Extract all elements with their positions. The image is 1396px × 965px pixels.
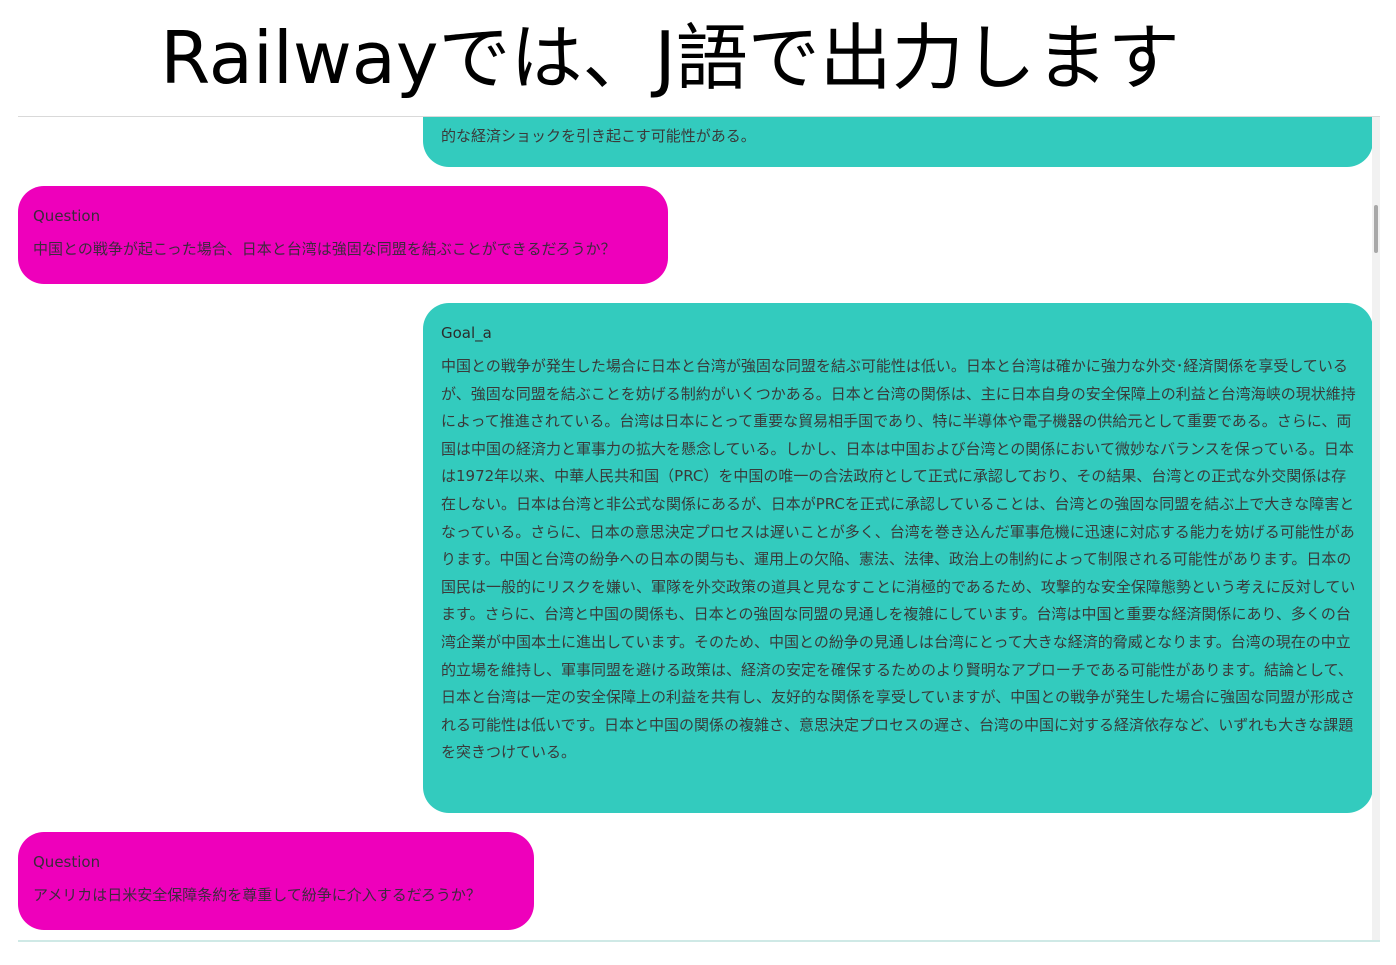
answer-bubble-previous: 的な経済ショックを引き起こす可能性がある。 [423,117,1373,167]
question-bubble: Question 中国との戦争が起こった場合、日本と台湾は強固な同盟を結ぶことが… [18,186,668,284]
message-sender: Goal_a [441,324,492,342]
slide-title: Railwayでは、J語で出力します [160,16,1180,100]
scrollbar-thumb[interactable] [1374,205,1378,253]
message-sender: Question [33,853,101,871]
answer-bubble: Goal_a 中国との戦争が発生した場合に日本と台湾が強固な同盟を結ぶ可能性は低… [423,303,1373,813]
message-text: 中国との戦争が起こった場合、日本と台湾は強固な同盟を結ぶことができるだろうか？ [33,240,616,258]
scrollbar[interactable] [1372,117,1380,940]
message-text: 的な経済ショックを引き起こす可能性がある。 [441,127,756,145]
message-sender: Question [33,207,101,225]
message-text: アメリカは日米安全保障条約を尊重して紛争に介入するだろうか？ [33,886,481,904]
chat-window[interactable]: 的な経済ショックを引き起こす可能性がある。 Question 中国との戦争が起こ… [18,116,1380,942]
message-text: 中国との戦争が発生した場合に日本と台湾が強固な同盟を結ぶ可能性は低い。日本と台湾… [441,357,1356,762]
question-bubble: Question アメリカは日米安全保障条約を尊重して紛争に介入するだろうか？ [18,832,534,930]
